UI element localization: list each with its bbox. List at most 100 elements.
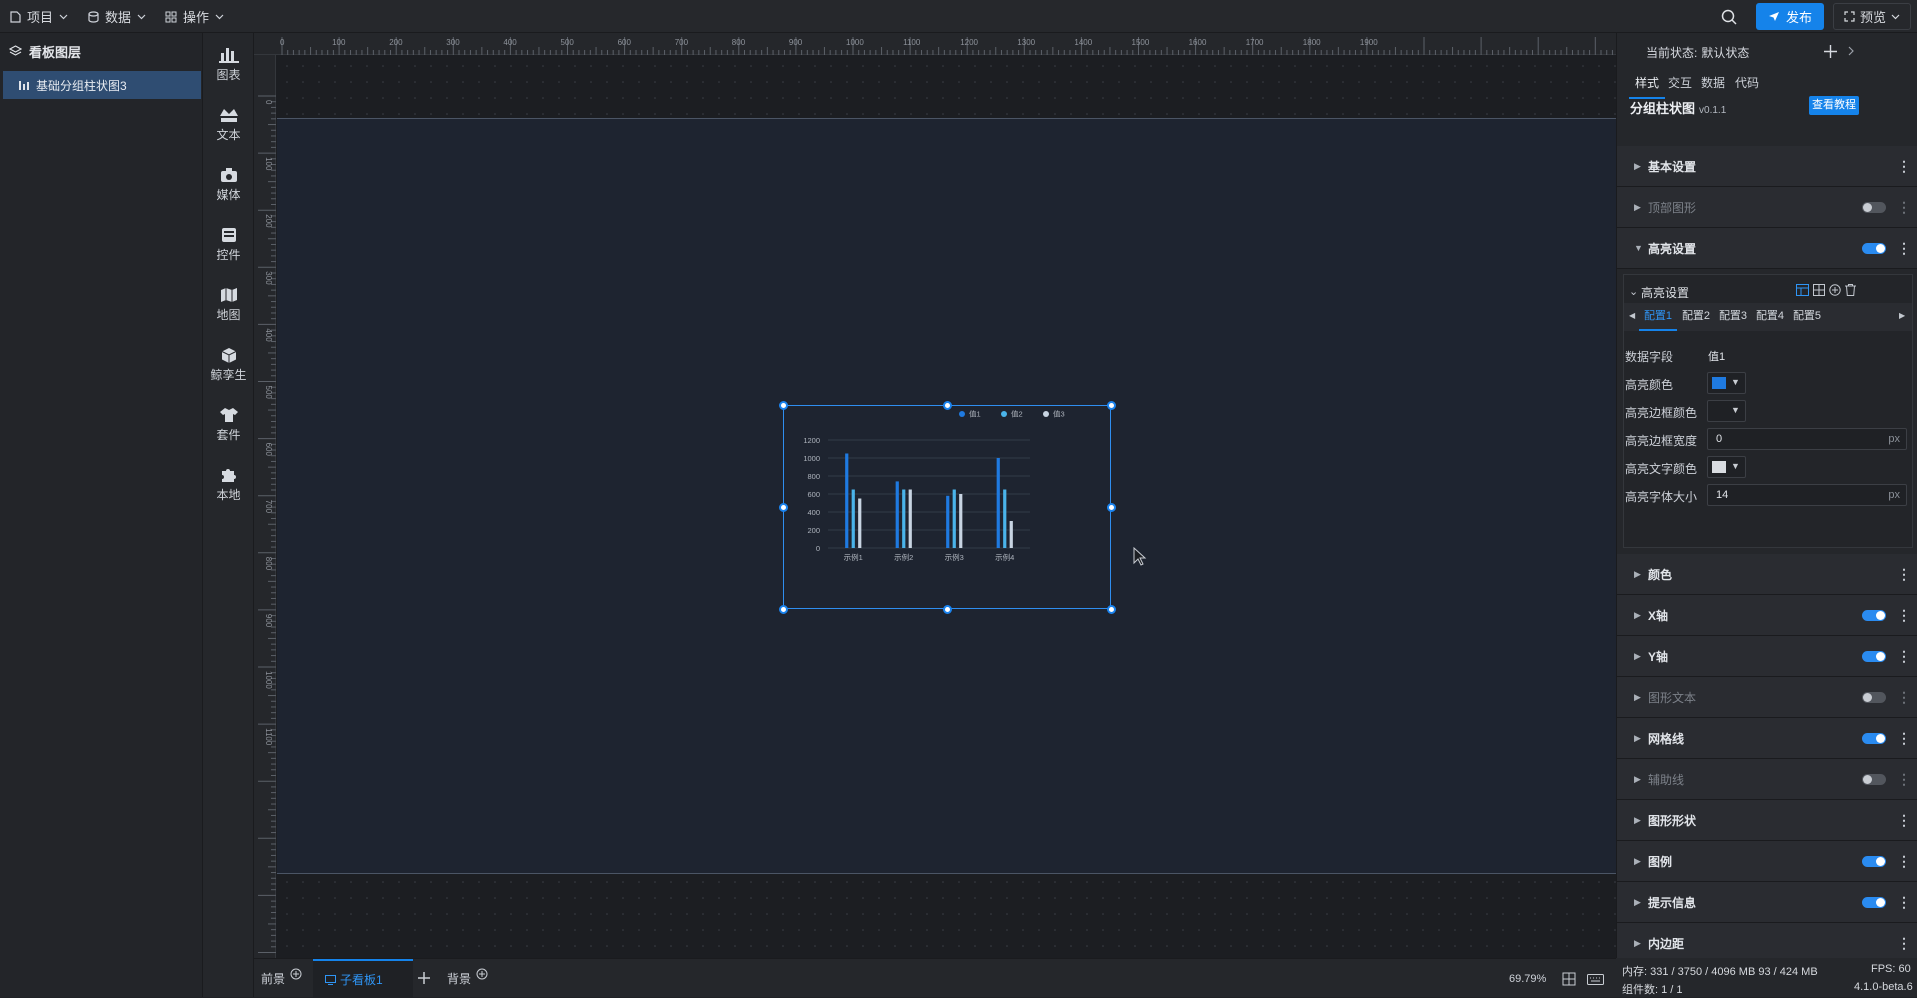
layer-item[interactable]: 基础分组柱状图3 bbox=[3, 71, 201, 99]
chart-bar[interactable] bbox=[959, 494, 963, 548]
layout-icon[interactable] bbox=[1796, 284, 1809, 296]
chart-bar[interactable] bbox=[1003, 489, 1007, 549]
component-local[interactable]: 本地 bbox=[203, 459, 254, 511]
caret-down-icon[interactable]: ⌄ bbox=[1629, 285, 1638, 298]
border-color-picker[interactable]: ▼ bbox=[1707, 400, 1746, 422]
kebab-menu-icon[interactable]: ⋮ bbox=[1897, 566, 1911, 583]
border-width-input[interactable]: 0 px bbox=[1707, 428, 1907, 450]
section-row-toggle[interactable] bbox=[1862, 650, 1886, 662]
section-row[interactable]: ▶ 图形文本 ⋮ bbox=[1617, 677, 1917, 718]
trash-icon[interactable] bbox=[1845, 284, 1856, 296]
config-tab-2[interactable]: 配置2 bbox=[1678, 303, 1714, 331]
resize-handle-t[interactable] bbox=[943, 401, 952, 410]
section-row-toggle[interactable] bbox=[1862, 855, 1886, 867]
search-icon[interactable] bbox=[1721, 9, 1737, 25]
tab-data[interactable]: 数据 bbox=[1695, 69, 1731, 99]
config-tab-5[interactable]: 配置5 bbox=[1789, 303, 1825, 331]
chart-bar[interactable] bbox=[902, 489, 906, 549]
kebab-menu-icon[interactable]: ⋮ bbox=[1897, 199, 1911, 216]
component-control[interactable]: 控件 bbox=[203, 219, 254, 271]
section-row[interactable]: ▶ 提示信息 ⋮ bbox=[1617, 882, 1917, 923]
chevron-right-icon[interactable] bbox=[1848, 46, 1854, 56]
component-twin[interactable]: 鲸孪生 bbox=[203, 339, 254, 391]
tab-style[interactable]: 样式 bbox=[1629, 69, 1665, 99]
chart-bar[interactable] bbox=[996, 458, 1000, 548]
section-row[interactable]: ▶ 颜色 ⋮ bbox=[1617, 554, 1917, 595]
section-top-shape-toggle[interactable] bbox=[1862, 201, 1886, 213]
add-config-icon[interactable] bbox=[1829, 284, 1841, 296]
resize-handle-l[interactable] bbox=[779, 503, 788, 512]
chart-bar[interactable] bbox=[946, 495, 950, 548]
data-field-value[interactable]: 值1 bbox=[1708, 348, 1725, 364]
section-row-toggle[interactable] bbox=[1862, 896, 1886, 908]
tab-code[interactable]: 代码 bbox=[1729, 69, 1765, 99]
section-highlight[interactable]: ▼ 高亮设置 ⋮ bbox=[1617, 228, 1917, 269]
kebab-menu-icon[interactable]: ⋮ bbox=[1897, 648, 1911, 665]
section-row[interactable]: ▶ X轴 ⋮ bbox=[1617, 595, 1917, 636]
tab-board[interactable]: 子看板1 bbox=[313, 959, 413, 998]
add-tab-icon[interactable] bbox=[418, 972, 430, 984]
kebab-menu-icon[interactable]: ⋮ bbox=[1897, 853, 1911, 870]
resize-handle-tr[interactable] bbox=[1107, 401, 1116, 410]
section-row[interactable]: ▶ 网格线 ⋮ bbox=[1617, 718, 1917, 759]
section-row-toggle[interactable] bbox=[1862, 609, 1886, 621]
resize-handle-b[interactable] bbox=[943, 605, 952, 614]
chart-bar[interactable] bbox=[851, 489, 855, 549]
caret-left-icon[interactable]: ◀ bbox=[1629, 311, 1635, 320]
tab-interaction[interactable]: 交互 bbox=[1663, 69, 1697, 99]
config-tab-3[interactable]: 配置3 bbox=[1715, 303, 1751, 331]
section-row-toggle[interactable] bbox=[1862, 773, 1886, 785]
kebab-menu-icon[interactable]: ⋮ bbox=[1897, 240, 1911, 257]
section-row[interactable]: ▶ 图形形状 ⋮ bbox=[1617, 800, 1917, 841]
resize-handle-r[interactable] bbox=[1107, 503, 1116, 512]
grouped-bar-chart[interactable]: 0 200 400 600 800 1000 1200 示例1 示例2 示例3 示例4 值1 值2 值3 bbox=[783, 405, 1111, 609]
kebab-menu-icon[interactable]: ⋮ bbox=[1897, 935, 1911, 952]
chart-bar[interactable] bbox=[1009, 521, 1013, 548]
canvas[interactable]: 0 100 200 300 400 500 600 700 800 900 1000 1100 1200… bbox=[254, 33, 1616, 958]
text-color-picker[interactable]: ▼ bbox=[1707, 456, 1746, 478]
table-icon[interactable] bbox=[1813, 284, 1825, 296]
current-state[interactable]: 当前状态: 默认状态 bbox=[1646, 44, 1749, 61]
component-map[interactable]: 地图 bbox=[203, 279, 254, 331]
fit-screen-icon[interactable] bbox=[1562, 972, 1576, 986]
zoom-level[interactable]: 69.79% bbox=[1509, 959, 1546, 998]
kebab-menu-icon[interactable]: ⋮ bbox=[1897, 812, 1911, 829]
add-circle-icon[interactable] bbox=[476, 968, 488, 980]
resize-handle-br[interactable] bbox=[1107, 605, 1116, 614]
kebab-menu-icon[interactable]: ⋮ bbox=[1897, 771, 1911, 788]
resize-handle-bl[interactable] bbox=[779, 605, 788, 614]
section-basic[interactable]: ▶ 基本设置 ⋮ bbox=[1617, 146, 1917, 187]
component-media[interactable]: 媒体 bbox=[203, 159, 254, 211]
menu-data[interactable]: 数据 bbox=[88, 0, 146, 33]
preview-button[interactable]: 预览 bbox=[1833, 3, 1911, 30]
section-top-shape[interactable]: ▶ 顶部图形 ⋮ bbox=[1617, 187, 1917, 228]
menu-project[interactable]: 项目 bbox=[10, 0, 68, 33]
chart-bar[interactable] bbox=[908, 489, 912, 549]
kebab-menu-icon[interactable]: ⋮ bbox=[1897, 158, 1911, 175]
menu-operation[interactable]: 操作 bbox=[165, 0, 224, 33]
section-row-toggle[interactable] bbox=[1862, 691, 1886, 703]
tab-background[interactable]: 背景 bbox=[447, 959, 488, 998]
add-state-icon[interactable] bbox=[1824, 45, 1837, 58]
config-tab-1[interactable]: 配置1 bbox=[1639, 303, 1677, 331]
highlight-color-picker[interactable]: ▼ bbox=[1707, 372, 1746, 394]
font-size-input[interactable]: 14 px bbox=[1707, 484, 1907, 506]
kebab-menu-icon[interactable]: ⋮ bbox=[1897, 894, 1911, 911]
section-row[interactable]: ▶ Y轴 ⋮ bbox=[1617, 636, 1917, 677]
section-row[interactable]: ▶ 辅助线 ⋮ bbox=[1617, 759, 1917, 800]
caret-right-icon[interactable]: ▶ bbox=[1899, 311, 1905, 320]
kebab-menu-icon[interactable]: ⋮ bbox=[1897, 607, 1911, 624]
tutorial-button[interactable]: 查看教程 bbox=[1809, 96, 1859, 115]
resize-handle-tl[interactable] bbox=[779, 401, 788, 410]
section-highlight-toggle[interactable] bbox=[1862, 242, 1886, 254]
section-row-toggle[interactable] bbox=[1862, 732, 1886, 744]
kebab-menu-icon[interactable]: ⋮ bbox=[1897, 689, 1911, 706]
section-row[interactable]: ▶ 图例 ⋮ bbox=[1617, 841, 1917, 882]
component-chart[interactable]: 图表 bbox=[203, 39, 254, 91]
config-tab-4[interactable]: 配置4 bbox=[1752, 303, 1788, 331]
component-text[interactable]: 文本 bbox=[203, 99, 254, 151]
keyboard-icon[interactable] bbox=[1587, 974, 1604, 985]
publish-button[interactable]: 发布 bbox=[1756, 3, 1824, 30]
component-kit[interactable]: 套件 bbox=[203, 399, 254, 451]
chart-bar[interactable] bbox=[895, 481, 899, 548]
